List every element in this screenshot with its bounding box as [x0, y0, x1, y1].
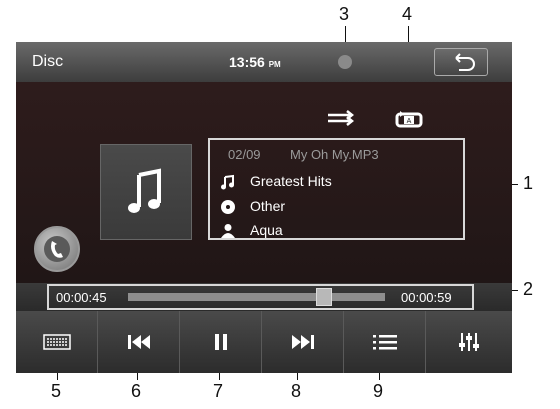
callout-4: 4 — [402, 4, 413, 24]
track-artist: Aqua — [250, 222, 283, 238]
track-album: Greatest Hits — [250, 173, 332, 189]
previous-track-icon — [127, 335, 150, 349]
keyboard-button[interactable] — [16, 311, 98, 373]
back-button[interactable] — [434, 48, 488, 76]
pause-button[interactable] — [180, 311, 262, 373]
clock-ampm: PM — [268, 60, 281, 69]
genre-icon — [221, 200, 235, 214]
seek-thumb[interactable] — [316, 288, 332, 306]
elapsed-time: 00:00:45 — [56, 290, 107, 305]
player-screen: Disc 13:56 PM A 02/09 My Oh My.MP3 Great… — [16, 42, 512, 373]
status-dot-icon — [338, 55, 352, 69]
callout-1: 1 — [523, 173, 534, 193]
callout-2: 2 — [523, 279, 534, 299]
clock: 13:56 PM — [229, 54, 281, 70]
album-art — [100, 144, 192, 240]
next-button[interactable] — [262, 311, 344, 373]
top-bar: Disc 13:56 PM — [16, 42, 512, 82]
track-filename: My Oh My.MP3 — [290, 147, 379, 162]
callout-3: 3 — [339, 4, 350, 24]
repeat-all-icon: A — [395, 111, 423, 128]
source-label: Disc — [32, 53, 64, 70]
shuffle-button[interactable] — [326, 108, 356, 128]
pause-icon — [214, 334, 227, 350]
phone-icon — [44, 236, 70, 262]
music-note-icon — [128, 168, 161, 213]
control-bar — [16, 311, 512, 373]
equalizer-button[interactable] — [426, 311, 512, 373]
phone-button[interactable] — [34, 226, 80, 272]
equalizer-icon — [459, 333, 479, 351]
callout-9: 9 — [373, 381, 384, 401]
svg-text:A: A — [407, 118, 412, 125]
playlist-icon — [372, 335, 397, 350]
track-info-panel: 02/09 My Oh My.MP3 Greatest Hits Other A… — [208, 138, 465, 240]
callout-8: 8 — [291, 381, 302, 401]
playlist-button[interactable] — [344, 311, 426, 373]
keyboard-icon — [42, 334, 71, 350]
artist-icon — [221, 224, 235, 238]
previous-button[interactable] — [98, 311, 180, 373]
back-arrow-icon — [455, 53, 475, 71]
shuffle-icon — [328, 110, 355, 126]
seek-track[interactable] — [128, 288, 385, 306]
track-index: 02/09 — [228, 147, 261, 162]
clock-time: 13:56 — [229, 54, 265, 70]
total-time: 00:00:59 — [401, 290, 452, 305]
callout-5: 5 — [51, 381, 62, 401]
callout-6: 6 — [131, 381, 142, 401]
main-area: A 02/09 My Oh My.MP3 Greatest Hits Other… — [16, 82, 512, 283]
progress-area: 00:00:45 00:00:59 — [16, 283, 512, 311]
next-track-icon — [291, 335, 314, 349]
repeat-button[interactable]: A — [394, 109, 424, 129]
callout-7: 7 — [213, 381, 224, 401]
album-icon — [221, 174, 234, 190]
track-genre: Other — [250, 198, 286, 214]
